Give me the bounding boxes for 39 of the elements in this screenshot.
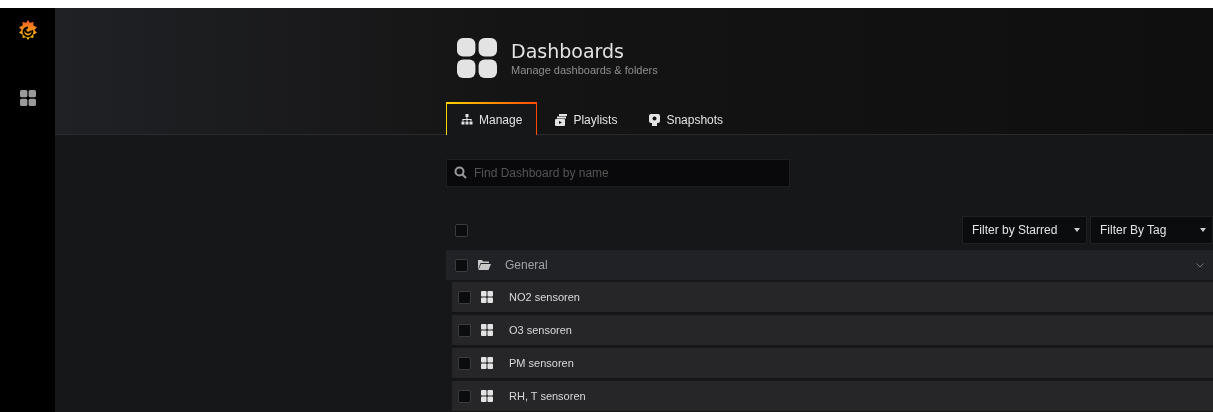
dashboard-row[interactable]: O3 sensoren (452, 315, 1213, 346)
dashboard-grid-icon (481, 324, 493, 336)
page-title: Dashboards (511, 40, 625, 62)
sitemap-icon (461, 114, 473, 125)
dashboard-name: O3 sensoren (509, 324, 572, 336)
dashboard-checkbox[interactable] (458, 290, 471, 304)
tab[interactable]: Snapshots (635, 102, 738, 135)
dashboard-checkbox[interactable] (458, 389, 471, 403)
caret-icon (1200, 228, 1206, 232)
folder-icon (478, 260, 491, 270)
dashboard-row[interactable]: RH, T sensoren (452, 381, 1213, 412)
tab[interactable]: Manage (446, 102, 538, 135)
filter-dropdown[interactable]: Filter by Starred (962, 216, 1087, 244)
camera-icon (649, 113, 661, 126)
dashboards-grid-icon (19, 90, 36, 106)
search-icon (454, 166, 467, 179)
stacked-windows-icon (555, 113, 568, 126)
caret-icon (1074, 228, 1080, 232)
dashboards-grid-icon (457, 38, 497, 78)
dashboard-name: RH, T sensoren (509, 390, 586, 402)
page-subtitle: Manage dashboards & folders (511, 64, 658, 76)
dashboard-checkbox[interactable] (458, 356, 471, 370)
dashboard-row[interactable]: NO2 sensoren (452, 282, 1213, 313)
dashboard-grid-icon (481, 390, 493, 402)
dashboard-checkbox[interactable] (458, 323, 471, 337)
logo-icon[interactable] (18, 20, 37, 40)
folder-name: General (505, 258, 548, 272)
select-all-checkbox[interactable] (455, 223, 468, 237)
chevron-icon[interactable] (1196, 262, 1204, 268)
folder-checkbox[interactable] (455, 258, 468, 272)
dashboard-name: PM sensoren (509, 357, 574, 369)
folder-row[interactable]: General (446, 250, 1213, 280)
dashboard-name: NO2 sensoren (509, 291, 580, 303)
filter-dropdown[interactable]: Filter By Tag (1090, 216, 1213, 244)
search-field[interactable]: Find Dashboard by name (446, 159, 790, 187)
dashboard-grid-icon (481, 291, 493, 303)
dashboard-row[interactable]: PM sensoren (452, 348, 1213, 379)
tab[interactable]: Playlists (541, 102, 632, 135)
dashboard-grid-icon (481, 357, 493, 369)
